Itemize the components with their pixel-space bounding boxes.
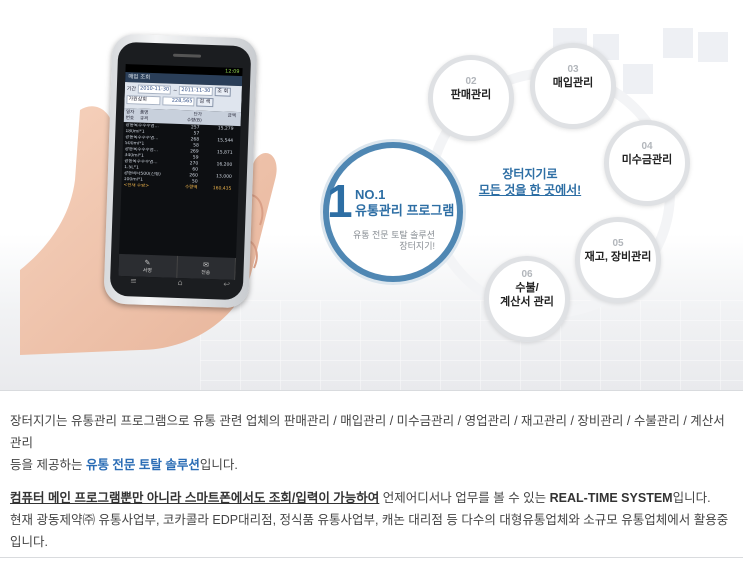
- sign-softkey[interactable]: ✎ 서명: [118, 253, 178, 278]
- header-no: 번호: [125, 116, 135, 122]
- header-spec: 규격: [139, 116, 149, 122]
- header-amount: 금액: [227, 113, 237, 119]
- date-from-field[interactable]: 2010-11-30: [137, 84, 172, 95]
- center-slogan: 장터지기로 모든 것을 한 곳에서!: [478, 167, 582, 197]
- node-inventory[interactable]: 05 재고, 장비관리: [575, 217, 661, 303]
- node-receivables[interactable]: 04 미수금관리: [604, 120, 690, 206]
- vendor-field[interactable]: 가원상회: [126, 95, 161, 106]
- feature-paragraph: 컴퓨터 메인 프로그램뿐만 아니라 스마트폰에서도 조회/입력이 가능하여 언제…: [10, 491, 729, 549]
- query-button[interactable]: 조 회: [214, 87, 232, 97]
- menu-icon[interactable]: ≡: [130, 276, 137, 288]
- phone-nav-keys: ≡ ⌂ ↩: [130, 276, 230, 291]
- table-body: 광동옥수수수염... 257 15,279 180ml*1 57 광동옥수수수염...…: [121, 122, 240, 194]
- send-icon: ✉: [202, 260, 210, 269]
- highlight-mobile: 컴퓨터 메인 프로그램뿐만 아니라 스마트폰에서도 조회/입력이 가능하여: [10, 491, 380, 505]
- date-to-field[interactable]: 2011-11-30: [179, 85, 213, 97]
- send-softkey[interactable]: ✉ 전송: [176, 255, 236, 280]
- node-invoice[interactable]: 06 수불/ 계산서 관리: [484, 256, 570, 342]
- badge-number: 1: [327, 175, 353, 227]
- highlight-solution: 유통 전문 토탈 솔루션: [85, 458, 200, 472]
- query-filter: 기간 2010-11-30 ~ 2011-11-30 조 회 가원상회 228,…: [124, 82, 243, 113]
- highlight-realtime: REAL-TIME SYSTEM: [549, 491, 673, 505]
- smartphone: 12:09 매입 조회 기간 2010-11-30 ~ 2011-11-30 조…: [103, 33, 258, 309]
- hero-banner: 12:09 매입 조회 기간 2010-11-30 ~ 2011-11-30 조…: [0, 0, 743, 390]
- period-label: 기간: [126, 86, 137, 93]
- amount-field: 228,565: [162, 96, 195, 107]
- badge-title: NO.1 유통관리 프로그램: [355, 187, 455, 218]
- node-purchase[interactable]: 03 매입관리: [530, 43, 616, 129]
- pencil-icon: ✎: [144, 258, 151, 267]
- header-qty: 수량(B): [186, 118, 202, 124]
- section-divider: [0, 390, 743, 391]
- section-divider-bottom: [0, 557, 743, 558]
- back-icon[interactable]: ↩: [223, 280, 230, 292]
- home-icon[interactable]: ⌂: [177, 278, 182, 290]
- date-separator: ~: [172, 87, 178, 94]
- phone-screen: 12:09 매입 조회 기간 2010-11-30 ~ 2011-11-30 조…: [118, 64, 243, 280]
- search-button[interactable]: 검 색: [196, 97, 214, 108]
- intro-paragraph: 장터지기는 유통관리 프로그램으로 유통 관련 업체의 판매관리 / 매입관리 …: [10, 414, 725, 472]
- node-sales[interactable]: 02 판매관리: [428, 55, 514, 141]
- badge-subtitle: 유통 전문 토탈 솔루션 장터지기!: [352, 230, 435, 251]
